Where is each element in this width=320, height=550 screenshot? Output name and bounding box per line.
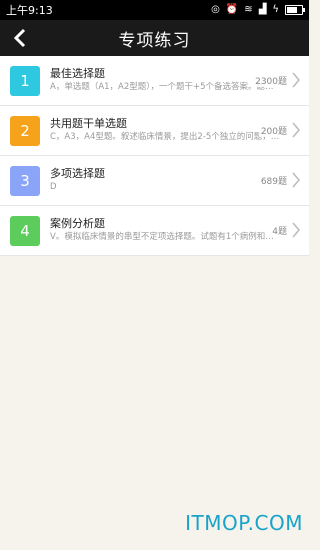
charging-icon: ϟ xyxy=(272,4,279,15)
item-number-badge: 1 xyxy=(10,65,40,96)
item-count: 4题 xyxy=(270,224,287,237)
list-item[interactable]: 1 最佳选择题 A，单选题（A1，A2型题），一个题干+5个备选答案。题… 23… xyxy=(0,56,309,106)
practice-list: 1 最佳选择题 A，单选题（A1，A2型题），一个题干+5个备选答案。题… 23… xyxy=(0,56,309,256)
chevron-right-icon xyxy=(292,72,300,88)
clock-icon: ⏰ xyxy=(225,4,239,15)
item-texts: 多项选择题 D xyxy=(50,167,290,194)
battery-icon xyxy=(285,5,305,15)
list-item[interactable]: 3 多项选择题 D 689题 xyxy=(0,156,309,206)
chevron-right-icon xyxy=(292,122,300,138)
watermark-text: ITMOP.COM xyxy=(185,511,303,535)
item-number-badge: 3 xyxy=(10,165,40,196)
signal-icon: ▟ xyxy=(258,4,267,15)
item-name: 多项选择题 xyxy=(50,167,105,180)
item-description: V。模拟临床情景的串型不定项选择题。试题有1个病例和… xyxy=(50,232,274,242)
item-count: 2300题 xyxy=(253,74,287,87)
page-title: 专项练习 xyxy=(118,30,191,51)
chevron-left-icon xyxy=(13,28,26,48)
chevron-right-icon xyxy=(292,172,300,188)
item-description: D xyxy=(50,182,57,192)
item-texts: 共用题干单选题 C，A3，A4型题。叙述临床情景，提出2-5个独立的问题，… xyxy=(50,117,290,144)
item-texts: 案例分析题 V。模拟临床情景的串型不定项选择题。试题有1个病例和… xyxy=(50,217,290,244)
list-item[interactable]: 2 共用题干单选题 C，A3，A4型题。叙述临床情景，提出2-5个独立的问题，…… xyxy=(0,106,309,156)
navigation-bar: 专项练习 xyxy=(0,20,309,56)
alarm-icon: ◎ xyxy=(211,4,220,15)
chevron-right-icon xyxy=(292,222,300,238)
item-number-badge: 4 xyxy=(10,215,40,246)
item-count: 689题 xyxy=(258,174,287,187)
status-icons: ◎ ⏰ ≋ ▟ ϟ xyxy=(211,4,305,15)
item-description: C，A3，A4型题。叙述临床情景，提出2-5个独立的问题，… xyxy=(50,132,280,142)
status-bar: 上午9:13 ◎ ⏰ ≋ ▟ ϟ xyxy=(0,0,309,20)
item-number-badge: 2 xyxy=(10,115,40,146)
status-time: 上午9:13 xyxy=(6,4,53,17)
item-name: 共用题干单选题 xyxy=(50,117,127,130)
back-button[interactable] xyxy=(8,26,32,50)
wifi-icon: ≋ xyxy=(244,4,253,15)
item-count: 200题 xyxy=(258,124,287,137)
list-item[interactable]: 4 案例分析题 V。模拟临床情景的串型不定项选择题。试题有1个病例和… 4题 xyxy=(0,206,309,256)
item-name: 案例分析题 xyxy=(50,217,105,230)
